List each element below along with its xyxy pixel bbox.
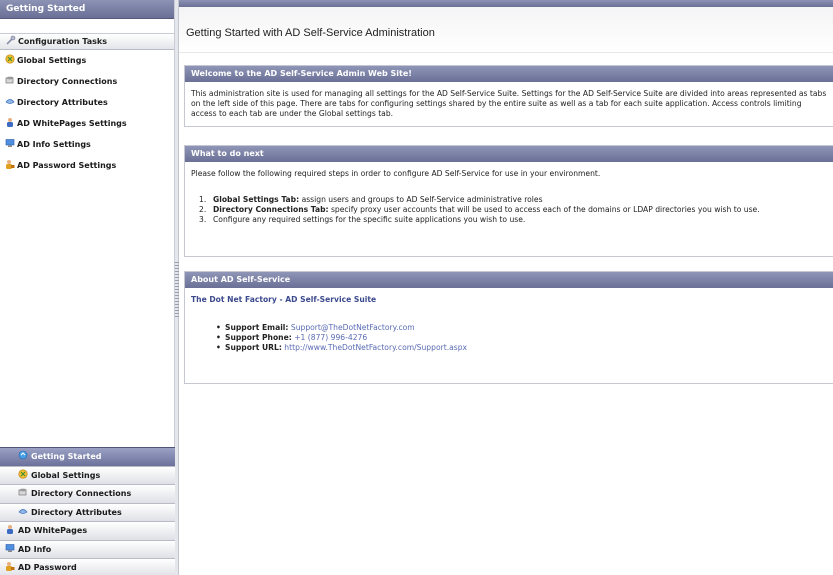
step-number: 3. [199, 215, 207, 224]
left-navigation-pane: Getting Started Configuration Tasks Glob… [0, 0, 175, 575]
task-directory-connections-label: Directory Connections [17, 77, 118, 86]
support-url-label: Support URL: [225, 343, 282, 352]
tab-getting-started-label: Getting Started [31, 452, 102, 461]
task-global-settings[interactable]: Global Settings [0, 50, 174, 71]
tab-getting-started[interactable]: Getting Started [0, 447, 175, 466]
task-ad-whitepages-settings-label: AD WhitePages Settings [17, 119, 127, 128]
about-subtitle: The Dot Net Factory - AD Self-Service Su… [191, 295, 377, 304]
server-icon [18, 487, 28, 497]
step-text: assign users and groups to AD Self-Servi… [299, 195, 543, 204]
step-number: 1. [199, 195, 207, 204]
task-global-settings-label: Global Settings [17, 56, 87, 65]
what-to-do-next-panel: What to do next Please follow the follow… [184, 145, 833, 257]
attributes-icon [18, 506, 28, 516]
tab-ad-password[interactable]: AD Password [0, 558, 175, 575]
welcome-panel-body: This administration site is used for man… [185, 82, 833, 126]
tab-directory-connections-label: Directory Connections [31, 489, 132, 498]
person-icon [5, 524, 15, 534]
step-number: 2. [199, 205, 207, 214]
step-title: Global Settings Tab: [213, 195, 300, 204]
steps-list: 1. Global Settings Tab: assign users and … [191, 195, 827, 225]
task-directory-attributes[interactable]: Directory Attributes [0, 92, 174, 113]
attributes-icon [5, 96, 15, 106]
support-phone-label: Support Phone: [225, 333, 292, 342]
wrench-icon [6, 35, 16, 45]
task-directory-connections[interactable]: Directory Connections [0, 71, 174, 92]
getting-started-icon [18, 450, 28, 460]
configuration-tasks-label: Configuration Tasks [18, 37, 107, 46]
key-person-icon [5, 159, 15, 169]
tab-directory-connections[interactable]: Directory Connections [0, 484, 175, 503]
tab-ad-password-label: AD Password [18, 563, 77, 572]
what-to-do-next-intro: Please follow the following required ste… [191, 169, 601, 178]
globe-icon [18, 468, 28, 479]
support-email-label: Support Email: [225, 323, 289, 332]
about-panel: About AD Self-Service The Dot Net Factor… [184, 271, 833, 384]
step-text: specify proxy user accounts that will be… [328, 205, 760, 214]
task-ad-password-settings-label: AD Password Settings [17, 161, 117, 170]
task-ad-info-settings-label: AD Info Settings [17, 140, 91, 149]
support-url-link[interactable]: http://www.TheDotNetFactory.com/Support.… [284, 343, 467, 352]
task-ad-whitepages-settings[interactable]: AD WhitePages Settings [0, 113, 174, 134]
about-panel-header: About AD Self-Service [185, 272, 833, 288]
left-pane-title: Getting Started [0, 0, 174, 19]
support-contacts-list: Support Email: Support@TheDotNetFactory.… [191, 323, 827, 353]
welcome-panel: Welcome to the AD Self-Service Admin Web… [184, 65, 833, 127]
step-item: 2. Directory Connections Tab: specify pro… [191, 205, 827, 215]
step-text: Configure any required settings for the … [213, 215, 526, 224]
tab-ad-whitepages-label: AD WhitePages [18, 526, 88, 535]
tab-ad-info-label: AD Info [18, 544, 52, 554]
support-email-item: Support Email: Support@TheDotNetFactory.… [191, 323, 827, 333]
tab-global-settings-label: Global Settings [31, 470, 101, 480]
page-title-text: Getting Started with AD Self-Service Adm… [186, 27, 435, 39]
key-person-icon [5, 561, 15, 571]
content-top-bar [179, 0, 833, 7]
tab-directory-attributes[interactable]: Directory Attributes [0, 502, 175, 521]
support-phone-value: +1 (877) 996-4276 [294, 333, 368, 342]
computer-icon [5, 138, 15, 148]
page-title: Getting Started with AD Self-Service Adm… [179, 7, 833, 53]
task-ad-password-settings[interactable]: AD Password Settings [0, 155, 174, 176]
tab-directory-attributes-label: Directory Attributes [31, 507, 122, 517]
support-url-item: Support URL: http://www.TheDotNetFactory… [191, 343, 827, 353]
tab-global-settings[interactable]: Global Settings [0, 465, 175, 484]
person-icon [5, 117, 15, 127]
task-ad-info-settings[interactable]: AD Info Settings [0, 134, 174, 155]
welcome-panel-header: Welcome to the AD Self-Service Admin Web… [185, 66, 833, 82]
tab-ad-info[interactable]: AD Info [0, 539, 175, 558]
what-to-do-next-body: Please follow the following required ste… [185, 162, 833, 232]
globe-icon [5, 54, 15, 64]
step-item: 3. Configure any required settings for th… [191, 215, 827, 225]
configuration-tasks-header: Configuration Tasks [0, 33, 174, 50]
navigation-tabs: Getting Started Global Settings Director… [0, 447, 175, 575]
tab-ad-whitepages[interactable]: AD WhitePages [0, 521, 175, 540]
support-phone-item: Support Phone: +1 (877) 996-4276 [191, 333, 827, 343]
step-title: Directory Connections Tab: [213, 205, 329, 214]
about-panel-body: The Dot Net Factory - AD Self-Service Su… [185, 288, 833, 360]
server-icon [5, 75, 15, 85]
what-to-do-next-header: What to do next [185, 146, 833, 162]
support-email-link[interactable]: Support@TheDotNetFactory.com [291, 323, 415, 332]
main-content: Getting Started with AD Self-Service Adm… [179, 7, 833, 575]
welcome-text: This administration site is used for man… [191, 89, 827, 118]
computer-icon [5, 543, 15, 553]
task-directory-attributes-label: Directory Attributes [17, 98, 108, 107]
step-item: 1. Global Settings Tab: assign users and … [191, 195, 827, 205]
